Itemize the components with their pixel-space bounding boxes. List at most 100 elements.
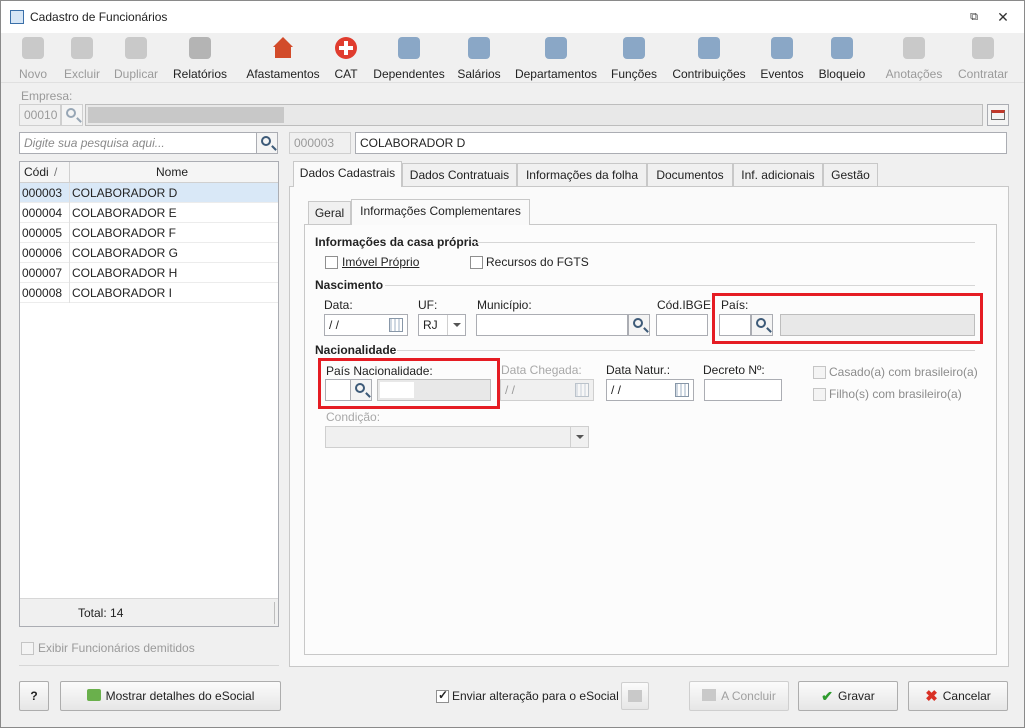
birth-date-label: Data:: [324, 298, 353, 312]
column-header-name[interactable]: Nome: [156, 165, 188, 179]
toolbar-label: Dependentes: [373, 67, 445, 81]
toolbar-label: Eventos: [760, 67, 804, 81]
close-icon[interactable]: ✕: [994, 9, 1012, 25]
send-change-label: Enviar alteração para o eSocial: [452, 689, 619, 703]
toolbar-lock-button[interactable]: Bloqueio: [816, 35, 868, 81]
table-row[interactable]: 000007 COLABORADOR H: [20, 263, 278, 283]
cell-name: COLABORADOR E: [72, 206, 177, 220]
table-row[interactable]: 000004 COLABORADOR E: [20, 203, 278, 223]
toolbar-label: Afastamentos: [246, 67, 320, 81]
table-row[interactable]: 000006 COLABORADOR G: [20, 243, 278, 263]
tab-inf-adicionais[interactable]: Inf. adicionais: [733, 163, 823, 187]
cancel-button[interactable]: ✖ Cancelar: [908, 681, 1008, 711]
uf-select[interactable]: RJ: [418, 314, 466, 336]
toolbar-salaries-button[interactable]: Salários: [456, 35, 502, 81]
subtab-informacoes-complementares[interactable]: Informações Complementares: [351, 199, 530, 225]
esocial-details-label: Mostrar detalhes do eSocial: [105, 689, 255, 703]
casado-brasileiro-checkbox[interactable]: [813, 366, 826, 379]
toolbar-label: Bloqueio: [818, 67, 866, 81]
subtab-geral[interactable]: Geral: [308, 201, 351, 225]
tab-documentos[interactable]: Documentos: [647, 163, 733, 187]
toolbar-duplicate-button[interactable]: Duplicar: [111, 35, 161, 81]
list-icon: [771, 37, 793, 59]
show-dismissed-checkbox[interactable]: [21, 642, 34, 655]
toolbar-reports-button[interactable]: Relatórios: [171, 35, 229, 81]
toolbar-label: Departamentos: [514, 67, 598, 81]
toolbar-absences-button[interactable]: Afastamentos: [243, 35, 323, 81]
calendar-icon[interactable]: [389, 318, 403, 332]
search-input[interactable]: Digite sua pesquisa aqui...: [19, 132, 257, 154]
cancel-label: Cancelar: [942, 689, 991, 703]
restore-icon[interactable]: ⧉: [965, 9, 983, 25]
toolbar-cat-button[interactable]: CAT: [331, 35, 361, 81]
ibge-field[interactable]: [656, 314, 708, 336]
toolbar-notes-button[interactable]: Anotações: [883, 35, 945, 81]
help-button[interactable]: ?: [19, 681, 49, 711]
toolbar-departments-button[interactable]: Departamentos: [512, 35, 600, 81]
tab-informacoes-folha[interactable]: Informações da folha: [517, 163, 647, 187]
nacionalidade-title: Nacionalidade: [315, 343, 397, 357]
table-row[interactable]: 000005 COLABORADOR F: [20, 223, 278, 243]
divider: [385, 285, 975, 286]
search-icon: [633, 318, 643, 328]
people-icon: [398, 37, 420, 59]
esocial-sync-button[interactable]: [621, 682, 649, 710]
municipio-field[interactable]: [476, 314, 628, 336]
title-bar: Cadastro de Funcionários ⧉ ✕: [1, 1, 1024, 33]
toolbar-delete-button[interactable]: Excluir: [61, 35, 103, 81]
filho-brasileiro-checkbox[interactable]: [813, 388, 826, 401]
empresa-search-button[interactable]: [61, 104, 83, 126]
redacted-block: [88, 107, 284, 123]
concluir-label: A Concluir: [721, 689, 776, 703]
badge-icon: [623, 37, 645, 59]
cell-code: 000005: [22, 226, 63, 240]
printer-icon: [702, 689, 717, 701]
tab-dados-cadastrais[interactable]: Dados Cadastrais: [293, 161, 402, 187]
toolbar-label: Excluir: [63, 67, 100, 81]
calendar-icon[interactable]: [675, 383, 689, 397]
cell-name: COLABORADOR G: [72, 246, 179, 260]
imovel-proprio-label: Imóvel Próprio: [342, 255, 420, 269]
cell-code: 000007: [22, 266, 63, 280]
table-row[interactable]: 000003 COLABORADOR D: [20, 183, 278, 203]
data-chegada-label: Data Chegada:: [501, 363, 582, 377]
toolbar-hire-button[interactable]: Contratar: [955, 35, 1011, 81]
cell-name: COLABORADOR D: [72, 186, 178, 200]
decreto-field[interactable]: [704, 379, 782, 401]
chevron-down-icon: [447, 315, 465, 335]
footer-divider: [274, 602, 275, 624]
divider: [19, 665, 279, 666]
desk-icon: [545, 37, 567, 59]
note-icon: [903, 37, 925, 59]
decreto-label: Decreto Nº:: [703, 363, 765, 377]
toolbar-new-button[interactable]: Novo: [15, 35, 51, 81]
toolbar-functions-button[interactable]: Funções: [609, 35, 659, 81]
calendar-icon[interactable]: [575, 383, 589, 397]
casa-propria-title: Informações da casa própria: [315, 235, 479, 249]
search-button[interactable]: [256, 132, 278, 154]
window-icon: [991, 110, 1005, 120]
filho-brasileiro-label: Filho(s) com brasileiro(a): [829, 387, 962, 401]
send-change-checkbox[interactable]: [436, 688, 449, 703]
toolbar-contributions-button[interactable]: Contribuições: [669, 35, 749, 81]
condicao-select[interactable]: [325, 426, 589, 448]
esocial-icon: [86, 689, 101, 701]
contract-icon: [972, 37, 994, 59]
imovel-proprio-checkbox[interactable]: [325, 256, 338, 269]
toolbar: Novo Excluir Duplicar Relatórios Afastam…: [1, 33, 1024, 83]
concluir-button[interactable]: A Concluir: [689, 681, 789, 711]
toolbar-dependents-button[interactable]: Dependentes: [371, 35, 447, 81]
employee-name-field[interactable]: COLABORADOR D: [355, 132, 1007, 154]
toolbar-events-button[interactable]: Eventos: [758, 35, 806, 81]
tab-dados-contratuais[interactable]: Dados Contratuais: [402, 163, 517, 187]
column-header-code[interactable]: Códi: [24, 165, 49, 179]
esocial-details-button[interactable]: Mostrar detalhes do eSocial: [60, 681, 281, 711]
recursos-fgts-checkbox[interactable]: [470, 256, 483, 269]
house-icon: [272, 37, 294, 59]
table-row[interactable]: 000008 COLABORADOR I: [20, 283, 278, 303]
tab-gestao[interactable]: Gestão: [823, 163, 878, 187]
municipio-search-button[interactable]: [628, 314, 650, 336]
save-button[interactable]: ✔ Gravar: [798, 681, 898, 711]
empresa-code-field[interactable]: 00010: [19, 104, 61, 126]
empresa-details-button[interactable]: [987, 104, 1009, 126]
